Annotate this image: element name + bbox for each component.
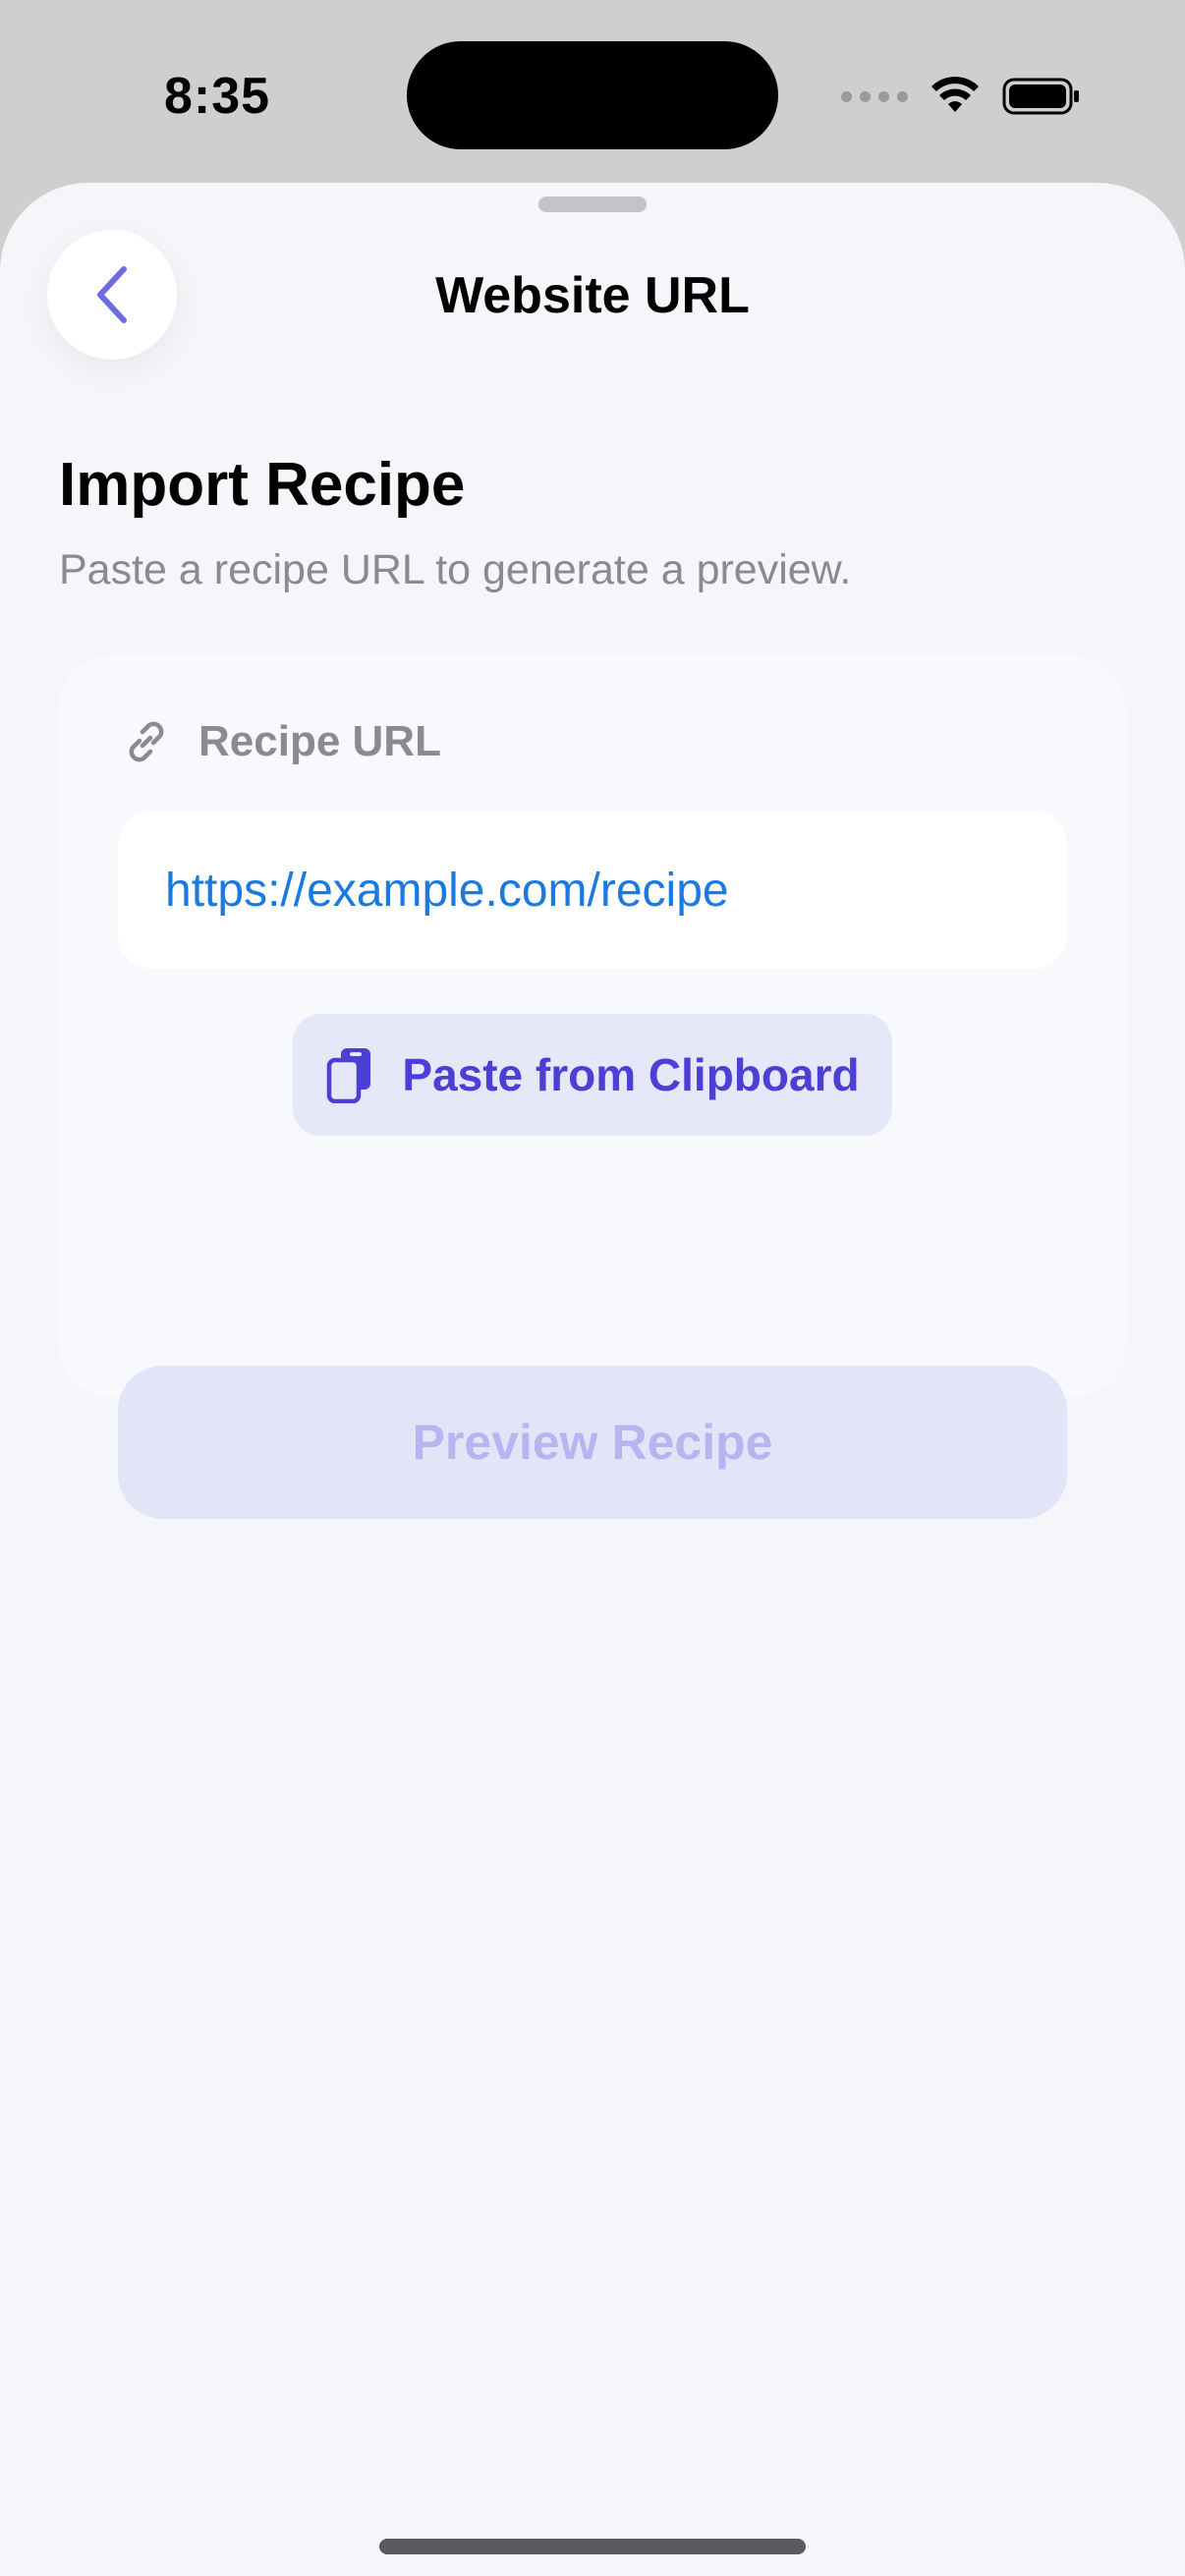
status-bar: 8:35 <box>0 0 1185 183</box>
nav-title: Website URL <box>435 267 750 324</box>
import-card: Recipe URL Paste from Clipboard Preview … <box>59 656 1126 1519</box>
url-input-container[interactable] <box>118 812 1067 969</box>
wifi-icon <box>931 77 979 112</box>
link-icon <box>129 721 164 762</box>
preview-button-label: Preview Recipe <box>412 1415 773 1470</box>
dynamic-island <box>407 41 778 149</box>
clipboard-icon <box>327 1048 371 1103</box>
url-field-label: Recipe URL <box>198 717 441 765</box>
url-input[interactable] <box>165 863 1067 918</box>
battery-icon <box>1002 78 1079 115</box>
home-indicator <box>379 2539 806 2554</box>
status-icons <box>841 71 1081 122</box>
preview-recipe-button[interactable]: Preview Recipe <box>118 1366 1067 1519</box>
page-title: Import Recipe <box>59 451 466 519</box>
url-field-label-row: Recipe URL <box>120 715 441 768</box>
page-subtitle: Paste a recipe URL to generate a preview… <box>59 546 852 593</box>
paste-from-clipboard-button[interactable]: Paste from Clipboard <box>293 1014 892 1136</box>
status-time: 8:35 <box>164 68 271 125</box>
paste-button-label: Paste from Clipboard <box>402 1049 860 1100</box>
cellular-signal-icon <box>841 90 908 102</box>
sheet-grabber[interactable] <box>538 196 647 212</box>
sheet: Website URL Import Recipe Paste a recipe… <box>0 183 1185 2576</box>
